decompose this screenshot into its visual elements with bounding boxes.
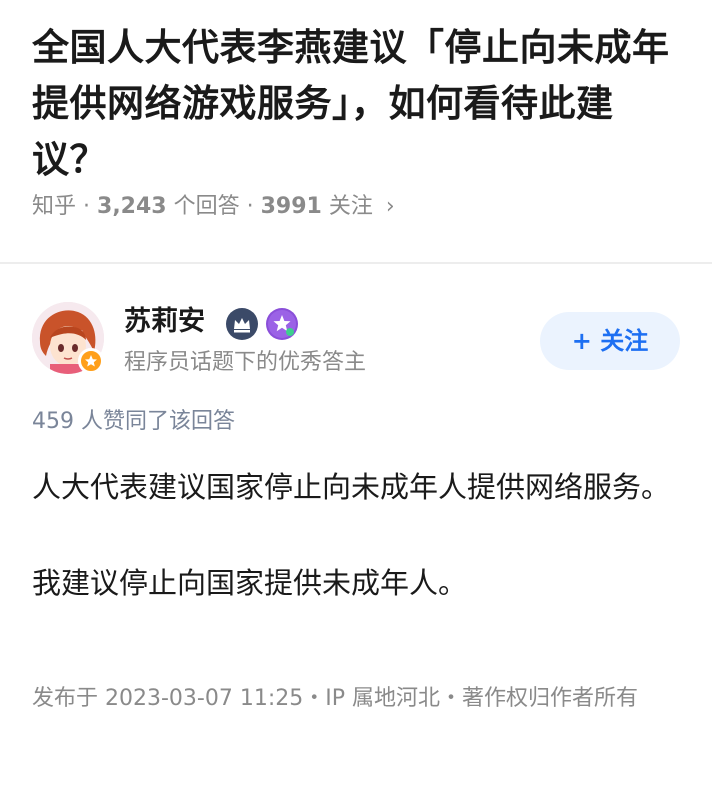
author-description: 程序员话题下的优秀答主 <box>124 350 367 375</box>
author-card: 苏莉安 程序员话题下的优秀答主 + 关注 <box>0 290 712 390</box>
answer-paragraph: 我建议停止向国家提供未成年人。 <box>32 566 468 600</box>
author-name[interactable]: 苏莉安 <box>124 304 205 340</box>
verified-badge-icon <box>78 348 104 374</box>
meta-separator: · <box>83 194 91 219</box>
follow-suffix: 关注 <box>328 194 373 219</box>
follow-button[interactable]: + 关注 <box>540 312 680 370</box>
answer-paragraph: 人大代表建议国家停止向未成年人提供网络服务。 <box>32 470 671 504</box>
section-divider <box>0 262 712 264</box>
star-badge-icon[interactable] <box>266 308 298 340</box>
answers-suffix: 个回答 <box>173 194 240 219</box>
question-title[interactable]: 全国人大代表李燕建议「停止向未成年提供网络游戏服务」，如何看待此建议？ <box>32 20 682 188</box>
question-meta[interactable]: 知乎 · 3,243 个回答 · 3991 关注 › <box>32 190 395 224</box>
follow-count: 3991 <box>260 194 322 219</box>
answers-count: 3,243 <box>97 194 167 219</box>
crown-icon[interactable] <box>226 308 258 340</box>
chevron-right-icon: › <box>385 194 395 219</box>
answer-footer: 发布于 2023-03-07 11:25・IP 属地河北・著作权归作者所有 <box>32 686 638 711</box>
vote-count[interactable]: 459 人赞同了该回答 <box>32 406 235 438</box>
source-label: 知乎 <box>32 194 77 219</box>
meta-separator: · <box>246 194 254 219</box>
answer-content[interactable]: 人大代表建议国家停止向未成年人提供网络服务。 我建议停止向国家提供未成年人。 <box>32 462 682 608</box>
question-header: 全国人大代表李燕建议「停止向未成年提供网络游戏服务」，如何看待此建议？ 知乎 ·… <box>0 0 712 262</box>
